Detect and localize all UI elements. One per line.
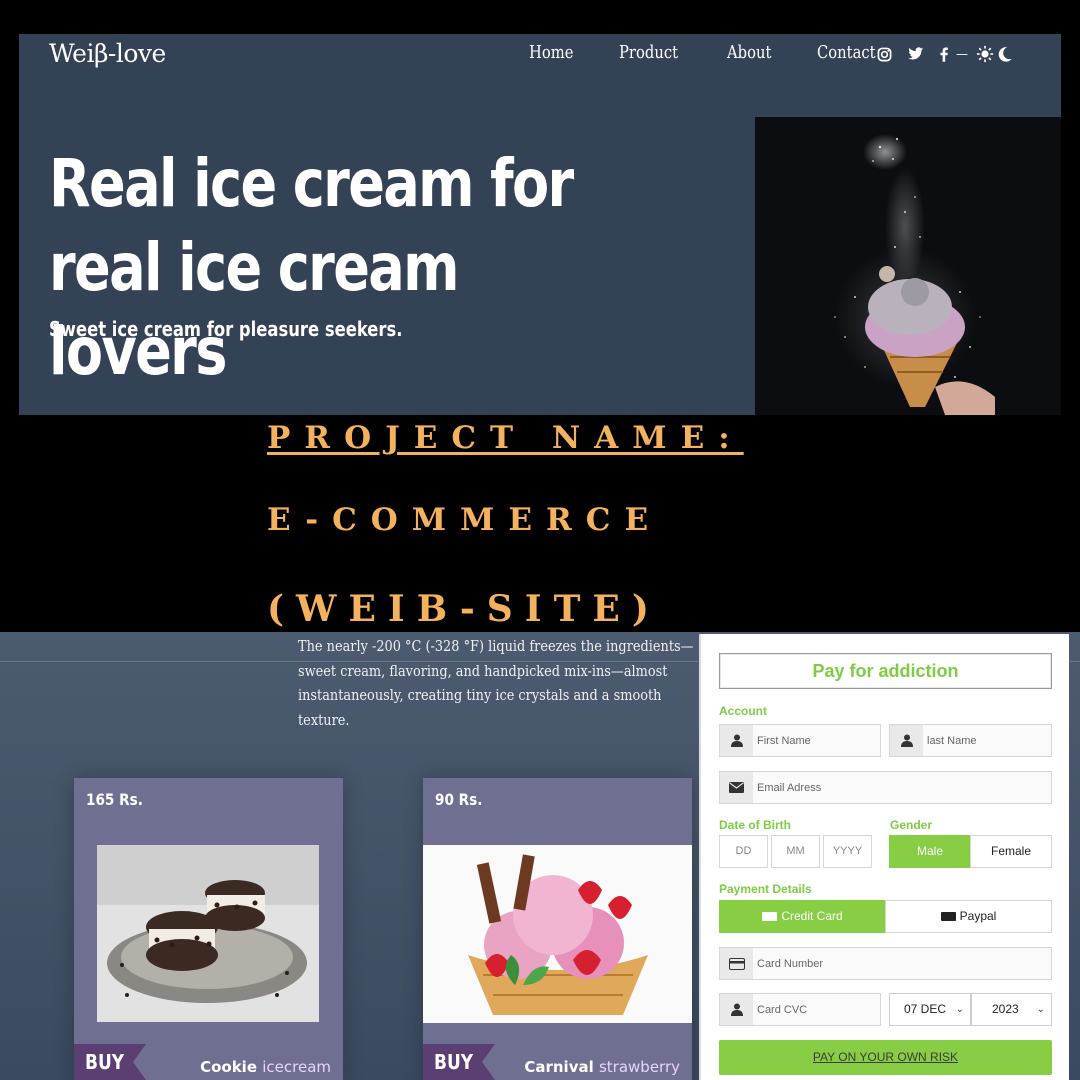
- card-cvc-field[interactable]: Card CVC: [719, 993, 881, 1026]
- product-name: Cookie icecream: [200, 1058, 331, 1076]
- theme-toggle[interactable]: [976, 45, 1013, 63]
- product-price: 90 Rs.: [435, 790, 483, 809]
- product-name-main: Carnival: [524, 1058, 594, 1076]
- email-field[interactable]: Email Adress: [719, 771, 1052, 804]
- envelope-icon: [720, 772, 753, 803]
- main-nav: Home Product About Contact: [529, 42, 889, 63]
- paypal-icon: [940, 912, 956, 921]
- expiry-year-value: 2023: [992, 1002, 1019, 1016]
- product-price: 165 Rs.: [86, 790, 143, 809]
- nav-contact[interactable]: Contact: [817, 42, 876, 63]
- paypal-label: Paypal: [959, 909, 997, 923]
- hero-ice-cream-photo: [755, 117, 1061, 415]
- dob-year-input[interactable]: YYYY: [823, 835, 872, 868]
- social-links: —: [877, 45, 1013, 63]
- product-name-main: Cookie: [200, 1058, 257, 1076]
- product-card[interactable]: 165 Rs. BUY Cookie icecream: [74, 778, 343, 1080]
- dob-day-input[interactable]: DD: [719, 835, 768, 868]
- payment-form: Pay for addiction Account First Name las…: [699, 634, 1069, 1080]
- buy-button[interactable]: BUY: [74, 1044, 146, 1080]
- buy-label: BUY: [434, 1050, 474, 1074]
- chevron-down-icon: ⌄: [1036, 1004, 1045, 1015]
- first-name-field[interactable]: First Name: [719, 724, 881, 757]
- gender-label: Gender: [890, 818, 933, 832]
- brand-logo[interactable]: Weiβ-love: [49, 39, 166, 68]
- last-name-field[interactable]: last Name: [889, 724, 1052, 757]
- payment-title: Pay for addiction: [719, 653, 1052, 689]
- dob-label: Date of Birth: [719, 818, 791, 832]
- card-cvc-placeholder: Card CVC: [757, 1004, 808, 1016]
- credit-card-option[interactable]: Credit Card: [719, 900, 886, 933]
- expiry-month-value: 07 DEC: [904, 1002, 947, 1016]
- first-name-placeholder: First Name: [757, 735, 811, 747]
- gender-male-option[interactable]: Male: [889, 835, 971, 868]
- buy-label: BUY: [85, 1050, 125, 1074]
- product-card[interactable]: 90 Rs. BUY Carnival strawberry: [423, 778, 692, 1080]
- paypal-option[interactable]: Paypal: [885, 900, 1052, 933]
- last-name-placeholder: last Name: [927, 735, 977, 747]
- theme-separator: —: [956, 47, 968, 61]
- email-placeholder: Email Adress: [757, 782, 822, 794]
- project-name-label: PROJECT NAME:: [267, 420, 744, 456]
- credit-card-icon: [762, 912, 778, 921]
- product-name-variant: strawberry: [598, 1058, 680, 1076]
- card-number-field[interactable]: Card Number: [719, 947, 1052, 980]
- expiry-year-select[interactable]: 2023 ⌄: [971, 993, 1052, 1026]
- nav-product[interactable]: Product: [619, 42, 678, 63]
- user-icon: [720, 994, 753, 1025]
- cookie-icecream-photo: [97, 845, 319, 1022]
- payment-details-label: Payment Details: [719, 882, 812, 896]
- twitter-icon[interactable]: [908, 47, 924, 61]
- card-number-placeholder: Card Number: [757, 958, 824, 970]
- facebook-icon[interactable]: [940, 46, 948, 62]
- hero-title: Real ice cream for real ice cream lovers: [49, 145, 574, 390]
- sun-icon: [976, 45, 994, 63]
- instagram-icon[interactable]: [877, 47, 892, 62]
- product-name: Carnival strawberry: [524, 1058, 680, 1076]
- hero-subtitle: Sweet ice cream for pleasure seekers.: [49, 317, 403, 341]
- credit-card-icon: [720, 948, 753, 979]
- chevron-down-icon: ⌄: [955, 1004, 964, 1015]
- gender-female-option[interactable]: Female: [970, 835, 1052, 868]
- dob-month-input[interactable]: MM: [771, 835, 820, 868]
- product-name-variant: icecream: [262, 1058, 331, 1076]
- credit-card-label: Credit Card: [781, 909, 843, 923]
- project-site-name: (WEIB-SITE): [267, 588, 661, 630]
- account-label: Account: [719, 704, 767, 718]
- hero-section: Weiβ-love Home Product About Contact — R…: [19, 34, 1061, 415]
- user-icon: [720, 725, 753, 756]
- moon-icon: [998, 46, 1012, 62]
- store-description: The nearly -200 °C (-328 °F) liquid free…: [298, 637, 694, 729]
- project-type: E-COMMERCE: [267, 502, 663, 538]
- pay-button[interactable]: PAY ON YOUR OWN RISK: [719, 1040, 1052, 1075]
- nav-home[interactable]: Home: [529, 42, 573, 63]
- buy-button[interactable]: BUY: [423, 1044, 495, 1080]
- user-icon: [890, 725, 923, 756]
- strawberry-icecream-photo: [423, 845, 692, 1023]
- nav-about[interactable]: About: [727, 42, 771, 63]
- expiry-month-select[interactable]: 07 DEC ⌄: [889, 993, 971, 1026]
